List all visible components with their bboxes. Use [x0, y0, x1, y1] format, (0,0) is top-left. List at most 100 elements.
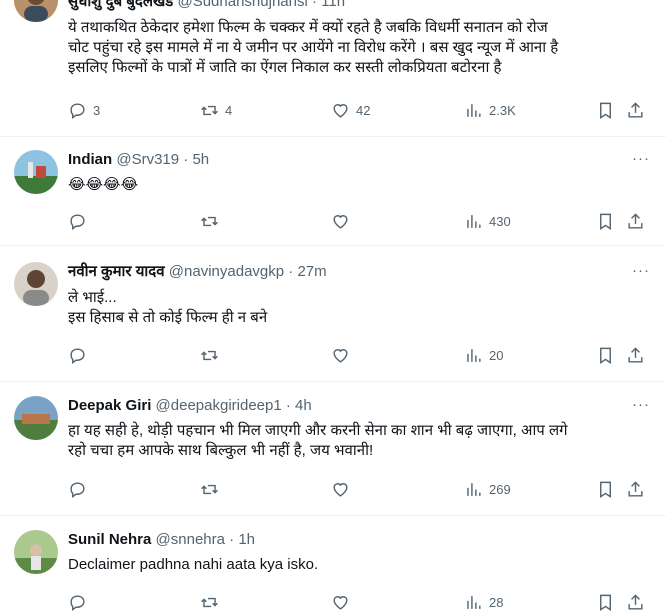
retweet-count: 4 — [225, 102, 233, 118]
tweet-text: Declaimer padhna nahi aata kya isko. — [68, 555, 653, 575]
reply-button[interactable]: 3 — [68, 100, 100, 120]
share-icon — [628, 593, 643, 610]
share-icon — [628, 212, 643, 229]
heart-icon — [333, 595, 348, 610]
retweet-button[interactable] — [200, 211, 225, 231]
reply-button[interactable] — [68, 592, 93, 612]
views-icon — [467, 214, 481, 228]
timestamp[interactable]: 1h — [238, 531, 255, 548]
bookmark-icon — [600, 102, 611, 119]
bookmark-icon — [600, 594, 611, 611]
bookmark-button[interactable] — [596, 100, 615, 120]
tweet-header: Indian @Srv319 · 5h — [68, 150, 209, 170]
tweet-text-line: ये तथाकथित ठेकेदार हमेशा फिल्म के चक्कर … — [68, 19, 548, 36]
share-button[interactable] — [626, 100, 645, 120]
display-name[interactable]: Indian — [68, 151, 112, 168]
views-icon — [467, 595, 481, 609]
like-button[interactable] — [331, 592, 356, 612]
reply-button[interactable] — [68, 211, 93, 231]
reply-button[interactable] — [68, 345, 93, 365]
display-name[interactable]: Deepak Giri — [68, 397, 151, 414]
display-name[interactable]: नवीन कुमार यादव — [68, 263, 165, 280]
like-button[interactable]: 42 — [331, 100, 370, 120]
user-handle[interactable]: @snnehra — [156, 531, 225, 548]
tweet-text: ये तथाकथित ठेकेदार हमेशा फिल्म के चक्कर … — [68, 18, 653, 78]
tweet-text-line: ले भाई... — [68, 289, 117, 306]
share-icon — [628, 101, 643, 118]
views-button[interactable]: 269 — [464, 479, 511, 499]
tweet-header: नवीन कुमार यादव @navinyadavgkp · 27m — [68, 262, 327, 282]
avatar[interactable] — [14, 530, 58, 574]
avatar[interactable] — [14, 0, 58, 22]
tweet-text: हा यह सही हे, थोड़ी पहचान भी मिल जाएगी औ… — [68, 421, 653, 461]
tweet-actions: 3 4 42 2.3K — [68, 100, 648, 120]
more-button[interactable]: ··· — [630, 150, 652, 170]
retweet-icon — [201, 216, 218, 226]
more-button[interactable]: ··· — [630, 396, 652, 416]
separator-dot: · — [311, 0, 317, 10]
views-button[interactable]: 20 — [464, 345, 503, 365]
retweet-button[interactable] — [200, 345, 225, 365]
reply-button[interactable] — [68, 479, 93, 499]
more-button[interactable]: ··· — [630, 262, 652, 282]
display-name[interactable]: Sunil Nehra — [68, 531, 151, 548]
views-icon — [467, 103, 481, 117]
bookmark-icon — [600, 213, 611, 230]
reply-icon — [70, 481, 85, 498]
tweet-text-line: हा यह सही हे, थोड़ी पहचान भी मिल जाएगी औ… — [68, 422, 568, 439]
reply-icon — [70, 213, 85, 230]
views-button[interactable]: 28 — [464, 592, 503, 612]
views-button[interactable]: 2.3K — [464, 100, 516, 120]
share-button[interactable] — [626, 345, 645, 365]
user-handle[interactable]: @Srv319 — [116, 151, 179, 168]
divider — [0, 136, 666, 137]
reply-icon — [70, 347, 85, 364]
avatar[interactable] — [14, 396, 58, 440]
retweet-button[interactable] — [200, 592, 225, 612]
display-name[interactable]: सुधांशु दुबे बुंदेलखंड — [68, 0, 173, 10]
timestamp[interactable]: 5h — [192, 151, 209, 168]
bookmark-button[interactable] — [596, 211, 615, 231]
divider — [0, 381, 666, 382]
bookmark-button[interactable] — [596, 592, 615, 612]
retweet-icon — [201, 597, 218, 607]
like-button[interactable] — [331, 479, 356, 499]
timestamp[interactable]: 4h — [295, 397, 312, 414]
retweet-button[interactable]: 4 — [200, 100, 232, 120]
retweet-button[interactable] — [200, 479, 225, 499]
separator-dot: · — [229, 531, 235, 548]
views-button[interactable]: 430 — [464, 211, 511, 231]
share-icon — [628, 480, 643, 497]
like-button[interactable] — [331, 211, 356, 231]
retweet-icon — [201, 105, 218, 115]
tweet-text-line: Declaimer padhna nahi aata kya isko. — [68, 556, 319, 573]
tweet-text: 😂😂😂😂 — [68, 175, 653, 195]
separator-dot: · — [183, 151, 189, 168]
like-button[interactable] — [331, 345, 356, 365]
tweet-header: Sunil Nehra @snnehra · 1h — [68, 530, 255, 550]
share-button[interactable] — [626, 592, 645, 612]
user-handle[interactable]: @navinyadavgkp — [169, 263, 284, 280]
user-handle[interactable]: @Sudhanshujhansi — [177, 0, 307, 10]
share-button[interactable] — [626, 479, 645, 499]
tweet-text-line: रहो चचा हम आपके साथ बिल्कुल भी नहीं है, … — [68, 442, 374, 459]
share-button[interactable] — [626, 211, 645, 231]
views-count: 2.3K — [489, 102, 516, 118]
like-count: 42 — [356, 102, 371, 118]
timestamp[interactable]: 11h — [321, 0, 345, 10]
avatar[interactable] — [14, 262, 58, 306]
timestamp[interactable]: 27m — [297, 263, 326, 280]
views-count: 430 — [489, 213, 511, 229]
tweet-actions: 20 — [68, 345, 648, 365]
bookmark-button[interactable] — [596, 479, 615, 499]
views-icon — [467, 482, 481, 496]
views-count: 269 — [489, 481, 511, 497]
bookmark-button[interactable] — [596, 345, 615, 365]
tweet-text-line: चोट पहुंचा रहे इस मामले में ना ये जमीन प… — [68, 39, 559, 56]
heart-icon — [333, 482, 348, 497]
bookmark-icon — [600, 481, 611, 498]
user-handle[interactable]: @deepakgirideep1 — [156, 397, 282, 414]
avatar[interactable] — [14, 150, 58, 194]
reply-icon — [70, 594, 85, 611]
heart-icon — [333, 348, 348, 363]
